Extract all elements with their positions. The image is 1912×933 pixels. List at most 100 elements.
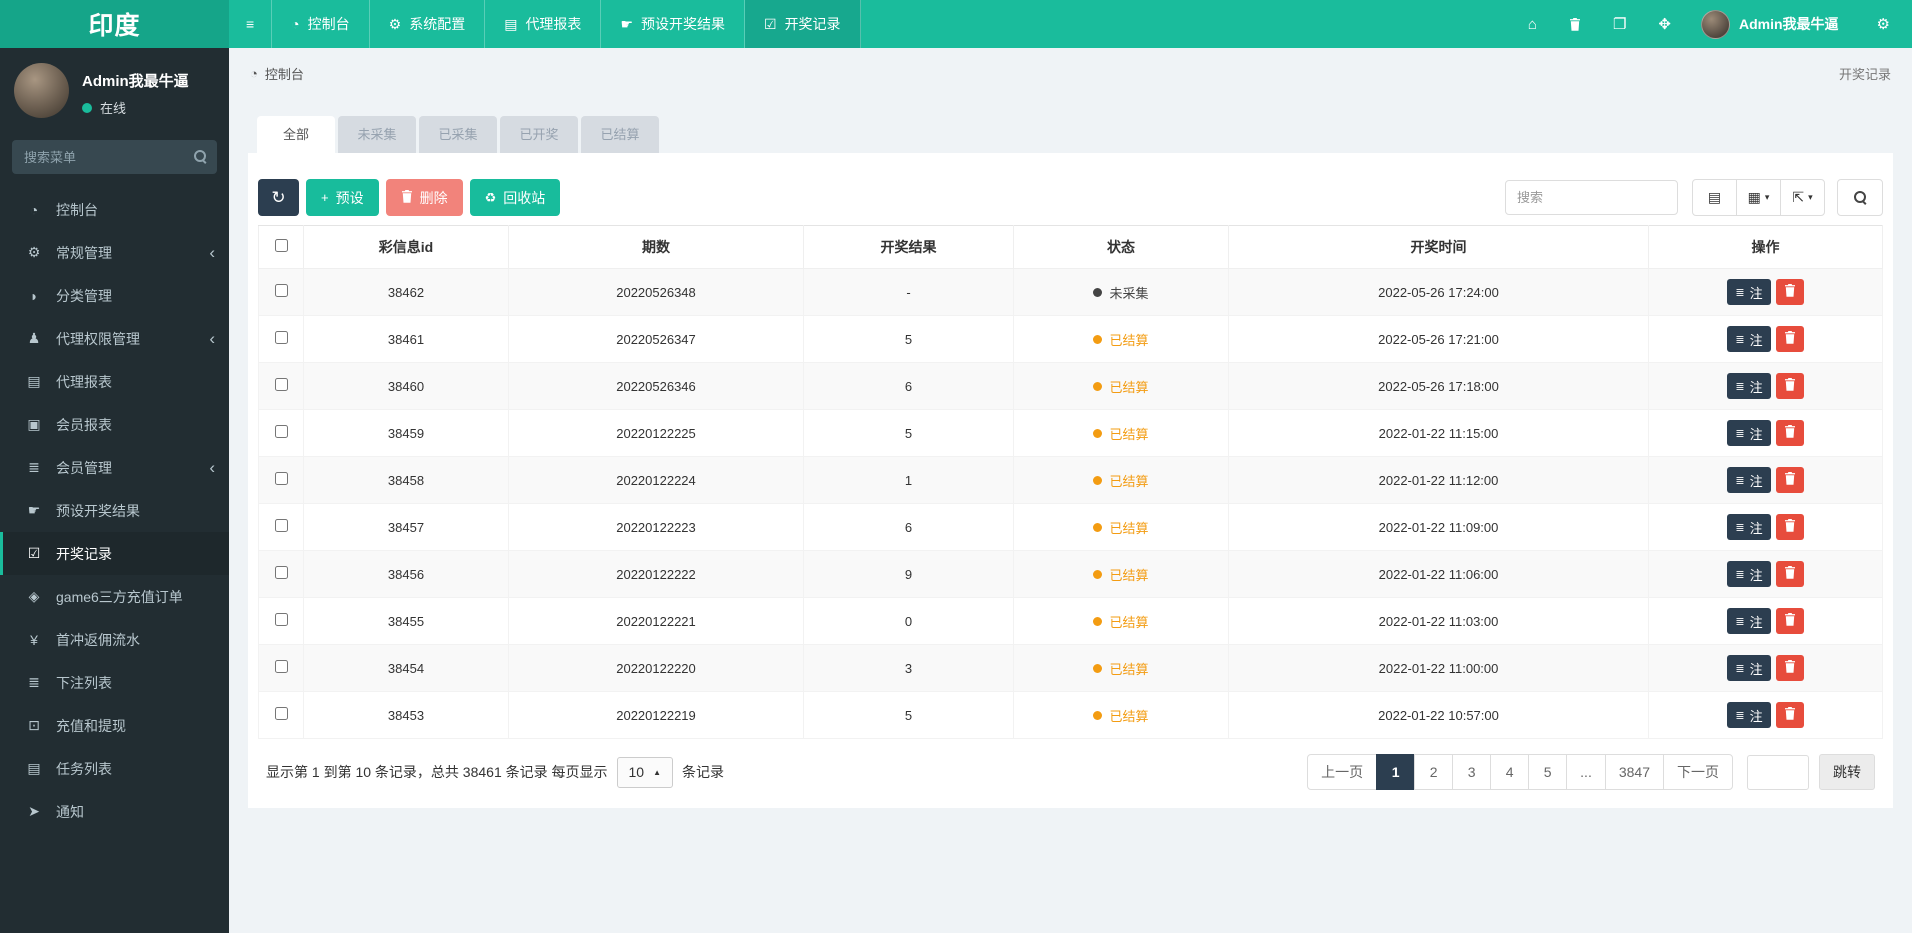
topnav-item[interactable]: ◔ 控制台 — [272, 0, 370, 48]
menu-search-input[interactable] — [12, 140, 217, 174]
row-checkbox[interactable] — [274, 519, 288, 532]
sidebar-item[interactable]: ▤ 任务列表 — [0, 747, 229, 790]
export-button[interactable]: ⇱ ▾ — [1780, 179, 1825, 216]
sidebar-item[interactable]: ➤ 通知 — [0, 790, 229, 833]
jump-button[interactable]: 跳转 — [1819, 754, 1875, 790]
note-button[interactable]: ≣ 注 — [1727, 514, 1771, 540]
row-checkbox[interactable] — [274, 378, 288, 391]
row-delete-button[interactable] — [1775, 279, 1804, 305]
sidebar-user-panel: Admin我最牛逼 在线 — [0, 48, 229, 130]
calendar-check-icon: ☑ — [27, 545, 41, 561]
page-item[interactable]: 3847 — [1604, 754, 1664, 790]
sidebar-item[interactable]: ◈ game6三方充值订单 — [0, 575, 229, 618]
note-button[interactable]: ≣ 注 — [1727, 702, 1771, 728]
sidebar-item[interactable]: ☛ 预设开奖结果 — [0, 489, 229, 532]
note-button[interactable]: ≣ 注 — [1727, 561, 1771, 587]
sidebar-item[interactable]: ¥ 首冲返佣流水 — [0, 618, 229, 661]
topnav-item-label: 代理报表 — [525, 16, 582, 32]
note-button[interactable]: ≣ 注 — [1727, 326, 1771, 352]
note-button[interactable]: ≣ 注 — [1727, 655, 1771, 681]
page-item[interactable]: 4 — [1490, 754, 1530, 790]
sidebar-item[interactable]: ◗ 分类管理 — [0, 274, 229, 317]
tab[interactable]: 未采集 — [338, 116, 416, 153]
row-checkbox[interactable] — [274, 472, 288, 485]
columns-toggle-button[interactable]: ▦ ▾ — [1736, 179, 1781, 216]
row-delete-button[interactable] — [1775, 702, 1804, 728]
table-search-input[interactable] — [1505, 180, 1678, 215]
jump-page-input[interactable] — [1747, 754, 1809, 790]
sidebar-item[interactable]: ≣ 下注列表 — [0, 661, 229, 704]
page-item[interactable]: 3 — [1452, 754, 1492, 790]
cell-result: 9 — [803, 550, 1014, 598]
settings-gears-icon[interactable]: ⚙ — [1861, 0, 1906, 48]
topnav-item[interactable]: ▤ 代理报表 — [485, 0, 602, 48]
topnav-item[interactable]: ⚙ 系统配置 — [370, 0, 486, 48]
preset-button[interactable]: + 预设 — [306, 179, 379, 216]
note-button[interactable]: ≣ 注 — [1727, 608, 1771, 634]
copy-icon[interactable]: ❐ — [1597, 0, 1642, 48]
sidebar-item[interactable]: ▤ 代理报表 — [0, 360, 229, 403]
row-delete-button[interactable] — [1775, 420, 1804, 446]
row-checkbox[interactable] — [274, 284, 288, 297]
sidebar-item[interactable]: ▣ 会员报表 — [0, 403, 229, 446]
row-delete-button[interactable] — [1775, 561, 1804, 587]
row-checkbox[interactable] — [274, 707, 288, 720]
page-item[interactable]: 上一页 — [1307, 754, 1378, 790]
topnav-item[interactable]: ☑ 开奖记录 — [745, 0, 861, 48]
detail-view-button[interactable]: ▤ — [1692, 179, 1737, 216]
home-icon[interactable]: ⌂ — [1512, 0, 1553, 48]
row-delete-button[interactable] — [1775, 608, 1804, 634]
page-item[interactable]: 2 — [1414, 754, 1454, 790]
tab[interactable]: 已采集 — [419, 116, 497, 153]
row-delete-button[interactable] — [1775, 326, 1804, 352]
recycle-bin-button[interactable]: ♻ 回收站 — [469, 179, 561, 216]
sidebar-item[interactable]: ☑ 开奖记录 — [0, 532, 229, 575]
row-checkbox[interactable] — [274, 331, 288, 344]
chevron-left-icon: ‹ — [209, 458, 215, 477]
row-delete-button[interactable] — [1775, 467, 1804, 493]
column-header: 期数 — [508, 225, 804, 269]
row-delete-button[interactable] — [1775, 514, 1804, 540]
tab[interactable]: 已结算 — [581, 116, 659, 153]
sidebar-item[interactable]: ≣ 会员管理 ‹ — [0, 446, 229, 489]
topnav-item[interactable]: ☛ 预设开奖结果 — [601, 0, 745, 48]
page-item[interactable]: ... — [1566, 754, 1606, 790]
list-icon: ≣ — [1735, 286, 1745, 299]
search-button[interactable] — [1837, 179, 1883, 216]
avatar[interactable] — [14, 63, 69, 118]
note-button[interactable]: ≣ 注 — [1727, 279, 1771, 305]
cell-result: 5 — [803, 691, 1014, 739]
refresh-button[interactable]: ↻ — [258, 179, 299, 216]
sidebar-toggle-button[interactable]: ≡ — [229, 0, 273, 48]
trash-icon[interactable] — [1553, 0, 1597, 48]
row-delete-button[interactable] — [1775, 655, 1804, 681]
row-checkbox[interactable] — [274, 425, 288, 438]
row-checkbox[interactable] — [274, 566, 288, 579]
page-item[interactable]: 5 — [1528, 754, 1568, 790]
brand-logo[interactable]: 印度 — [0, 0, 229, 48]
status-badge: 已结算 — [1093, 474, 1149, 489]
row-checkbox[interactable] — [274, 613, 288, 626]
user-menu[interactable]: Admin我最牛逼 — [1687, 9, 1853, 39]
note-button[interactable]: ≣ 注 — [1727, 467, 1771, 493]
select-all-checkbox[interactable] — [274, 239, 288, 252]
tab[interactable]: 已开奖 — [500, 116, 578, 153]
note-button[interactable]: ≣ 注 — [1727, 373, 1771, 399]
column-header: 彩信息id — [303, 225, 509, 269]
table-row: 38455 20220122221 0 已结算 2022-01-22 11:03:00 ≣… — [258, 597, 1883, 645]
row-checkbox[interactable] — [274, 660, 288, 673]
cell-id: 38459 — [303, 409, 509, 457]
page-item[interactable]: 下一页 — [1663, 754, 1733, 790]
delete-button[interactable]: 删除 — [385, 179, 463, 216]
breadcrumb[interactable]: ◔ 控制台 — [250, 64, 304, 83]
tab[interactable]: 全部 — [257, 116, 335, 153]
page-size-dropdown[interactable]: 10 ▲ — [616, 756, 674, 788]
sidebar-item[interactable]: ♟ 代理权限管理 ‹ — [0, 317, 229, 360]
sidebar-item[interactable]: ◔ 控制台 — [0, 188, 229, 231]
expand-icon[interactable]: ✥ — [1642, 0, 1687, 48]
note-button[interactable]: ≣ 注 — [1727, 420, 1771, 446]
row-delete-button[interactable] — [1775, 373, 1804, 399]
page-item[interactable]: 1 — [1376, 754, 1416, 790]
sidebar-item[interactable]: ⚙ 常规管理 ‹ — [0, 231, 229, 274]
sidebar-item[interactable]: ⊡ 充值和提现 — [0, 704, 229, 747]
